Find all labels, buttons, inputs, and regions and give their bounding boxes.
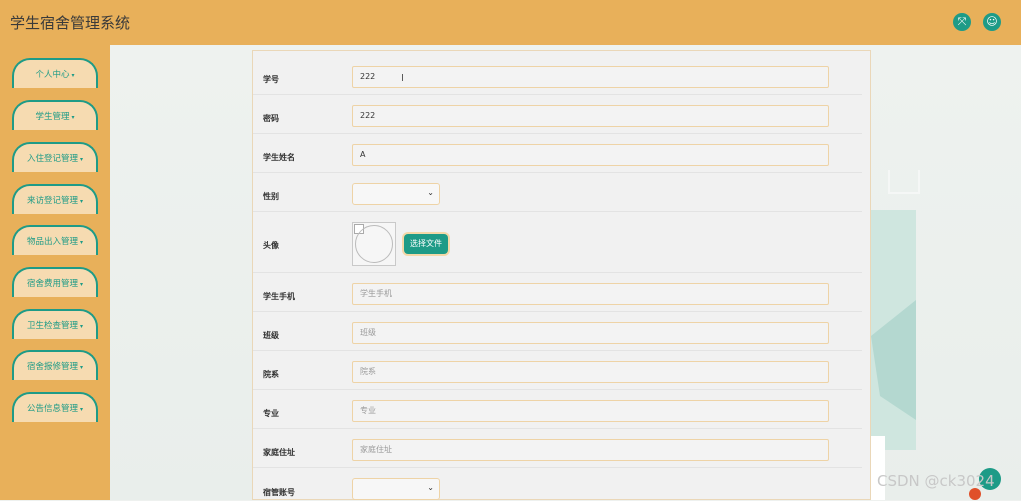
avatar-circle [355,225,393,263]
form-row-student-name: 学生姓名 A [253,133,862,173]
sidebar-item-label: 入住登记管理 [26,154,78,164]
major-label: 专业 [263,409,279,418]
student-name-input[interactable]: A [352,144,829,166]
app-title: 学生宿舍管理系统 [10,14,131,32]
phone-input[interactable]: 学生手机 [352,283,829,305]
form-row-password: 密码 222 [253,94,862,134]
form-row-department: 院系 院系 [253,350,862,390]
sidebar-item-personal-center[interactable]: 个人中心 ▾ [12,58,98,88]
app-header: 学生宿舍管理系统 ⤧ ☺ [0,0,1021,45]
phone-label: 学生手机 [263,292,295,301]
sidebar: 个人中心 ▾ 学生管理 ▾ 入住登记管理 ▾ 来访登记管理 ▾ 物品出入管理 ▾ 宿舍费用… [0,45,110,500]
sidebar-item-hygiene-management[interactable]: 卫生检查管理 ▾ [12,309,98,339]
form-row-major: 专业 专业 [253,389,862,429]
avatar-preview [352,222,396,266]
class-input[interactable]: 班级 [352,322,829,344]
text-cursor-icon: I [401,73,404,84]
sidebar-item-repair-management[interactable]: 宿舍报修管理 ▾ [12,350,98,380]
address-label: 家庭住址 [263,448,295,457]
form-row-avatar: 头像 选择文件 [253,211,862,273]
chevron-down-icon: ▾ [80,281,84,288]
sidebar-item-label: 来访登记管理 [26,196,78,206]
form-row-gender: 性别 ⌄ [253,172,862,212]
sidebar-item-label: 物品出入管理 [26,237,78,247]
chevron-down-icon: ▾ [80,364,84,371]
gender-select[interactable]: ⌄ [352,183,440,205]
chevron-down-icon: ▾ [80,198,84,205]
chevron-down-icon: ⌄ [427,188,434,197]
gender-label: 性别 [263,192,279,201]
form-row-student-no: 学号 222 [253,51,862,95]
sidebar-item-visitor-management[interactable]: 来访登记管理 ▾ [12,184,98,214]
form-row-address: 家庭住址 家庭住址 [253,428,862,468]
sidebar-item-goods-management[interactable]: 物品出入管理 ▾ [12,225,98,255]
user-button[interactable]: ☺ [983,13,1001,31]
password-input[interactable]: 222 [352,105,829,127]
sidebar-item-fee-management[interactable]: 宿舍费用管理 ▾ [12,267,98,297]
student-no-input[interactable]: 222 [352,66,829,88]
background-decoration [888,170,920,194]
chevron-down-icon: ▾ [80,156,84,163]
sidebar-item-label: 宿舍报修管理 [26,362,78,372]
sidebar-item-label: 学生管理 [35,112,70,122]
sidebar-item-label: 公告信息管理 [26,404,78,414]
chevron-down-icon: ⌄ [427,483,434,492]
student-no-label: 学号 [263,75,279,84]
choose-file-button[interactable]: 选择文件 [404,234,448,254]
user-icon: ☺ [986,15,998,28]
sidebar-item-notice-management[interactable]: 公告信息管理 ▾ [12,392,98,422]
chevron-down-icon: ▾ [71,72,75,79]
expand-arrows-icon: ⤧ [957,15,967,28]
dorm-manager-label: 宿管账号 [263,488,295,497]
sidebar-item-label: 宿舍费用管理 [26,279,78,289]
chevron-down-icon: ▾ [80,239,84,246]
sidebar-item-checkin-management[interactable]: 入住登记管理 ▾ [12,142,98,172]
avatar-label: 头像 [263,241,279,250]
class-label: 班级 [263,331,279,340]
form-row-phone: 学生手机 学生手机 [253,272,862,312]
password-label: 密码 [263,114,279,123]
chevron-down-icon: ▾ [71,114,75,121]
background-decoration [871,436,885,500]
department-input[interactable]: 院系 [352,361,829,383]
student-form: 学号 222 密码 222 学生姓名 A 性别 ⌄ 头像 选择文件 学生手机 学… [252,50,871,500]
student-name-label: 学生姓名 [263,153,295,162]
sidebar-item-label: 卫生检查管理 [26,321,78,331]
form-row-dorm-manager: 宿管账号 ⌄ [253,467,862,501]
major-input[interactable]: 专业 [352,400,829,422]
sidebar-item-student-management[interactable]: 学生管理 ▾ [12,100,98,130]
chevron-down-icon: ▾ [80,323,84,330]
dorm-manager-select[interactable]: ⌄ [352,478,440,500]
form-row-class: 班级 班级 [253,311,862,351]
fullscreen-button[interactable]: ⤧ [953,13,971,31]
watermark: CSDN @ck3024 [877,472,995,490]
address-input[interactable]: 家庭住址 [352,439,829,461]
chevron-down-icon: ▾ [80,406,84,413]
department-label: 院系 [263,370,279,379]
sidebar-item-label: 个人中心 [35,70,70,80]
